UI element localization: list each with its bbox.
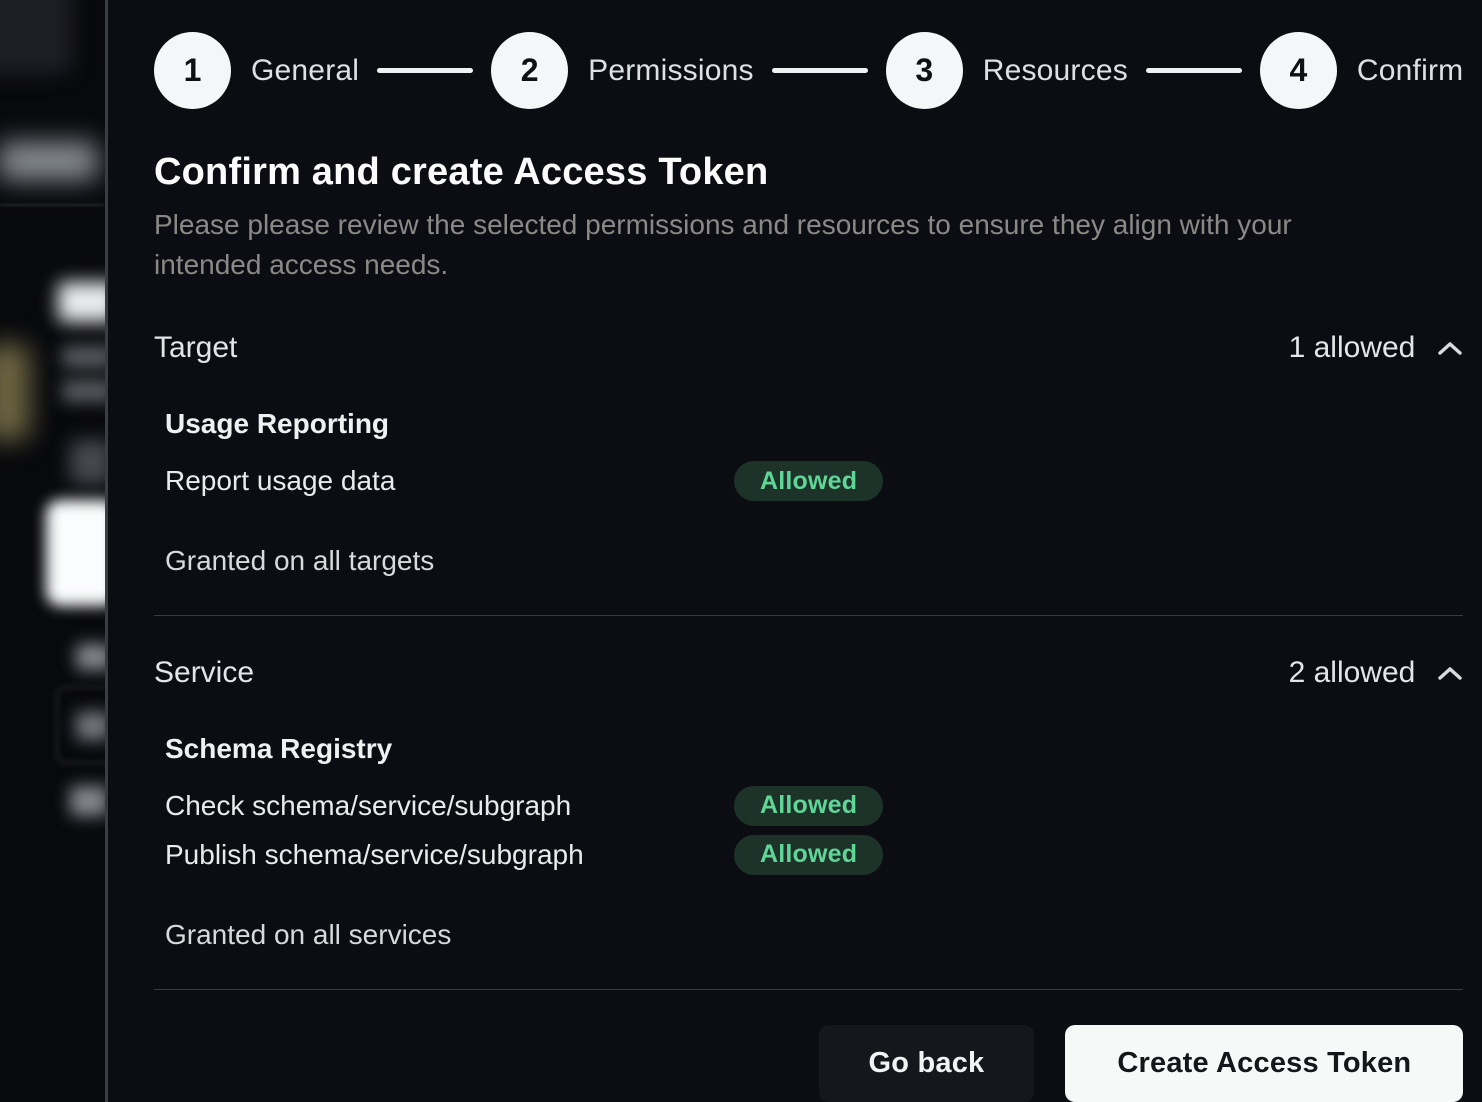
blurred-label [76,712,105,740]
blurred-icon [70,440,105,484]
page-description: Please please review the selected permis… [154,205,1384,285]
section-title: Service [154,656,254,690]
step-number-circle: 2 [491,32,568,109]
status-badge: Allowed [734,835,883,875]
step-connector [377,68,473,73]
permission-group-title: Usage Reporting [165,407,1463,441]
permission-label: Report usage data [165,465,734,497]
blurred-heading-text [58,282,105,322]
create-access-token-button[interactable]: Create Access Token [1065,1025,1463,1102]
blurred-label [70,786,105,816]
service-permission-group: Schema Registry Check schema/service/sub… [154,690,1463,875]
service-section-header: Service 2 allowed [154,656,1463,690]
blurred-body-text [62,380,105,402]
blurred-logo-box [46,500,105,606]
footer-divider [154,989,1463,990]
status-badge: Allowed [734,786,883,826]
step-connector [772,68,868,73]
blurred-nav-text [0,142,98,180]
app-root: 1 General 2 Permissions 3 Resources 4 Co… [0,0,1482,1102]
permission-row: Check schema/service/subgraph Allowed [165,786,1463,826]
service-section-toggle[interactable]: 2 allowed [1289,656,1464,690]
step-label: General [251,54,359,88]
step-permissions[interactable]: 2 Permissions [491,32,754,109]
chevron-up-icon [1437,665,1463,681]
target-section-header: Target 1 allowed [154,331,1463,365]
step-label: Confirm [1357,54,1463,88]
step-number-circle: 1 [154,32,231,109]
permission-label: Publish schema/service/subgraph [165,839,734,871]
create-access-token-modal: 1 General 2 Permissions 3 Resources 4 Co… [108,0,1482,1102]
blurred-body-text [62,346,105,368]
step-confirm[interactable]: 4 Confirm [1260,32,1463,109]
chevron-up-icon [1437,340,1463,356]
blurred-card [0,0,72,74]
permission-group-title: Schema Registry [165,732,1463,766]
step-number-circle: 3 [886,32,963,109]
status-badge: Allowed [734,461,883,501]
target-permission-group: Usage Reporting Report usage data Allowe… [154,365,1463,501]
permission-row: Publish schema/service/subgraph Allowed [165,835,1463,875]
blurred-divider [0,204,105,206]
granted-note: Granted on all services [154,919,1463,951]
go-back-button[interactable]: Go back [819,1025,1035,1102]
wizard-stepper: 1 General 2 Permissions 3 Resources 4 Co… [154,32,1463,109]
step-label: Permissions [588,54,754,88]
step-resources[interactable]: 3 Resources [886,32,1128,109]
target-section-toggle[interactable]: 1 allowed [1289,331,1464,365]
page-title: Confirm and create Access Token [154,149,1463,195]
section-title: Target [154,331,237,365]
allowed-count: 1 allowed [1289,331,1416,365]
step-general[interactable]: 1 General [154,32,359,109]
background-page-blurred [0,0,105,1102]
step-number-circle: 4 [1260,32,1337,109]
blurred-label [76,644,105,670]
step-connector [1146,68,1242,73]
permission-label: Check schema/service/subgraph [165,790,734,822]
modal-footer: Go back Create Access Token [154,1025,1463,1102]
permission-row: Report usage data Allowed [165,461,1463,501]
section-divider [154,615,1463,616]
step-label: Resources [983,54,1128,88]
granted-note: Granted on all targets [154,545,1463,577]
blurred-accent-shape [0,344,30,440]
allowed-count: 2 allowed [1289,656,1416,690]
